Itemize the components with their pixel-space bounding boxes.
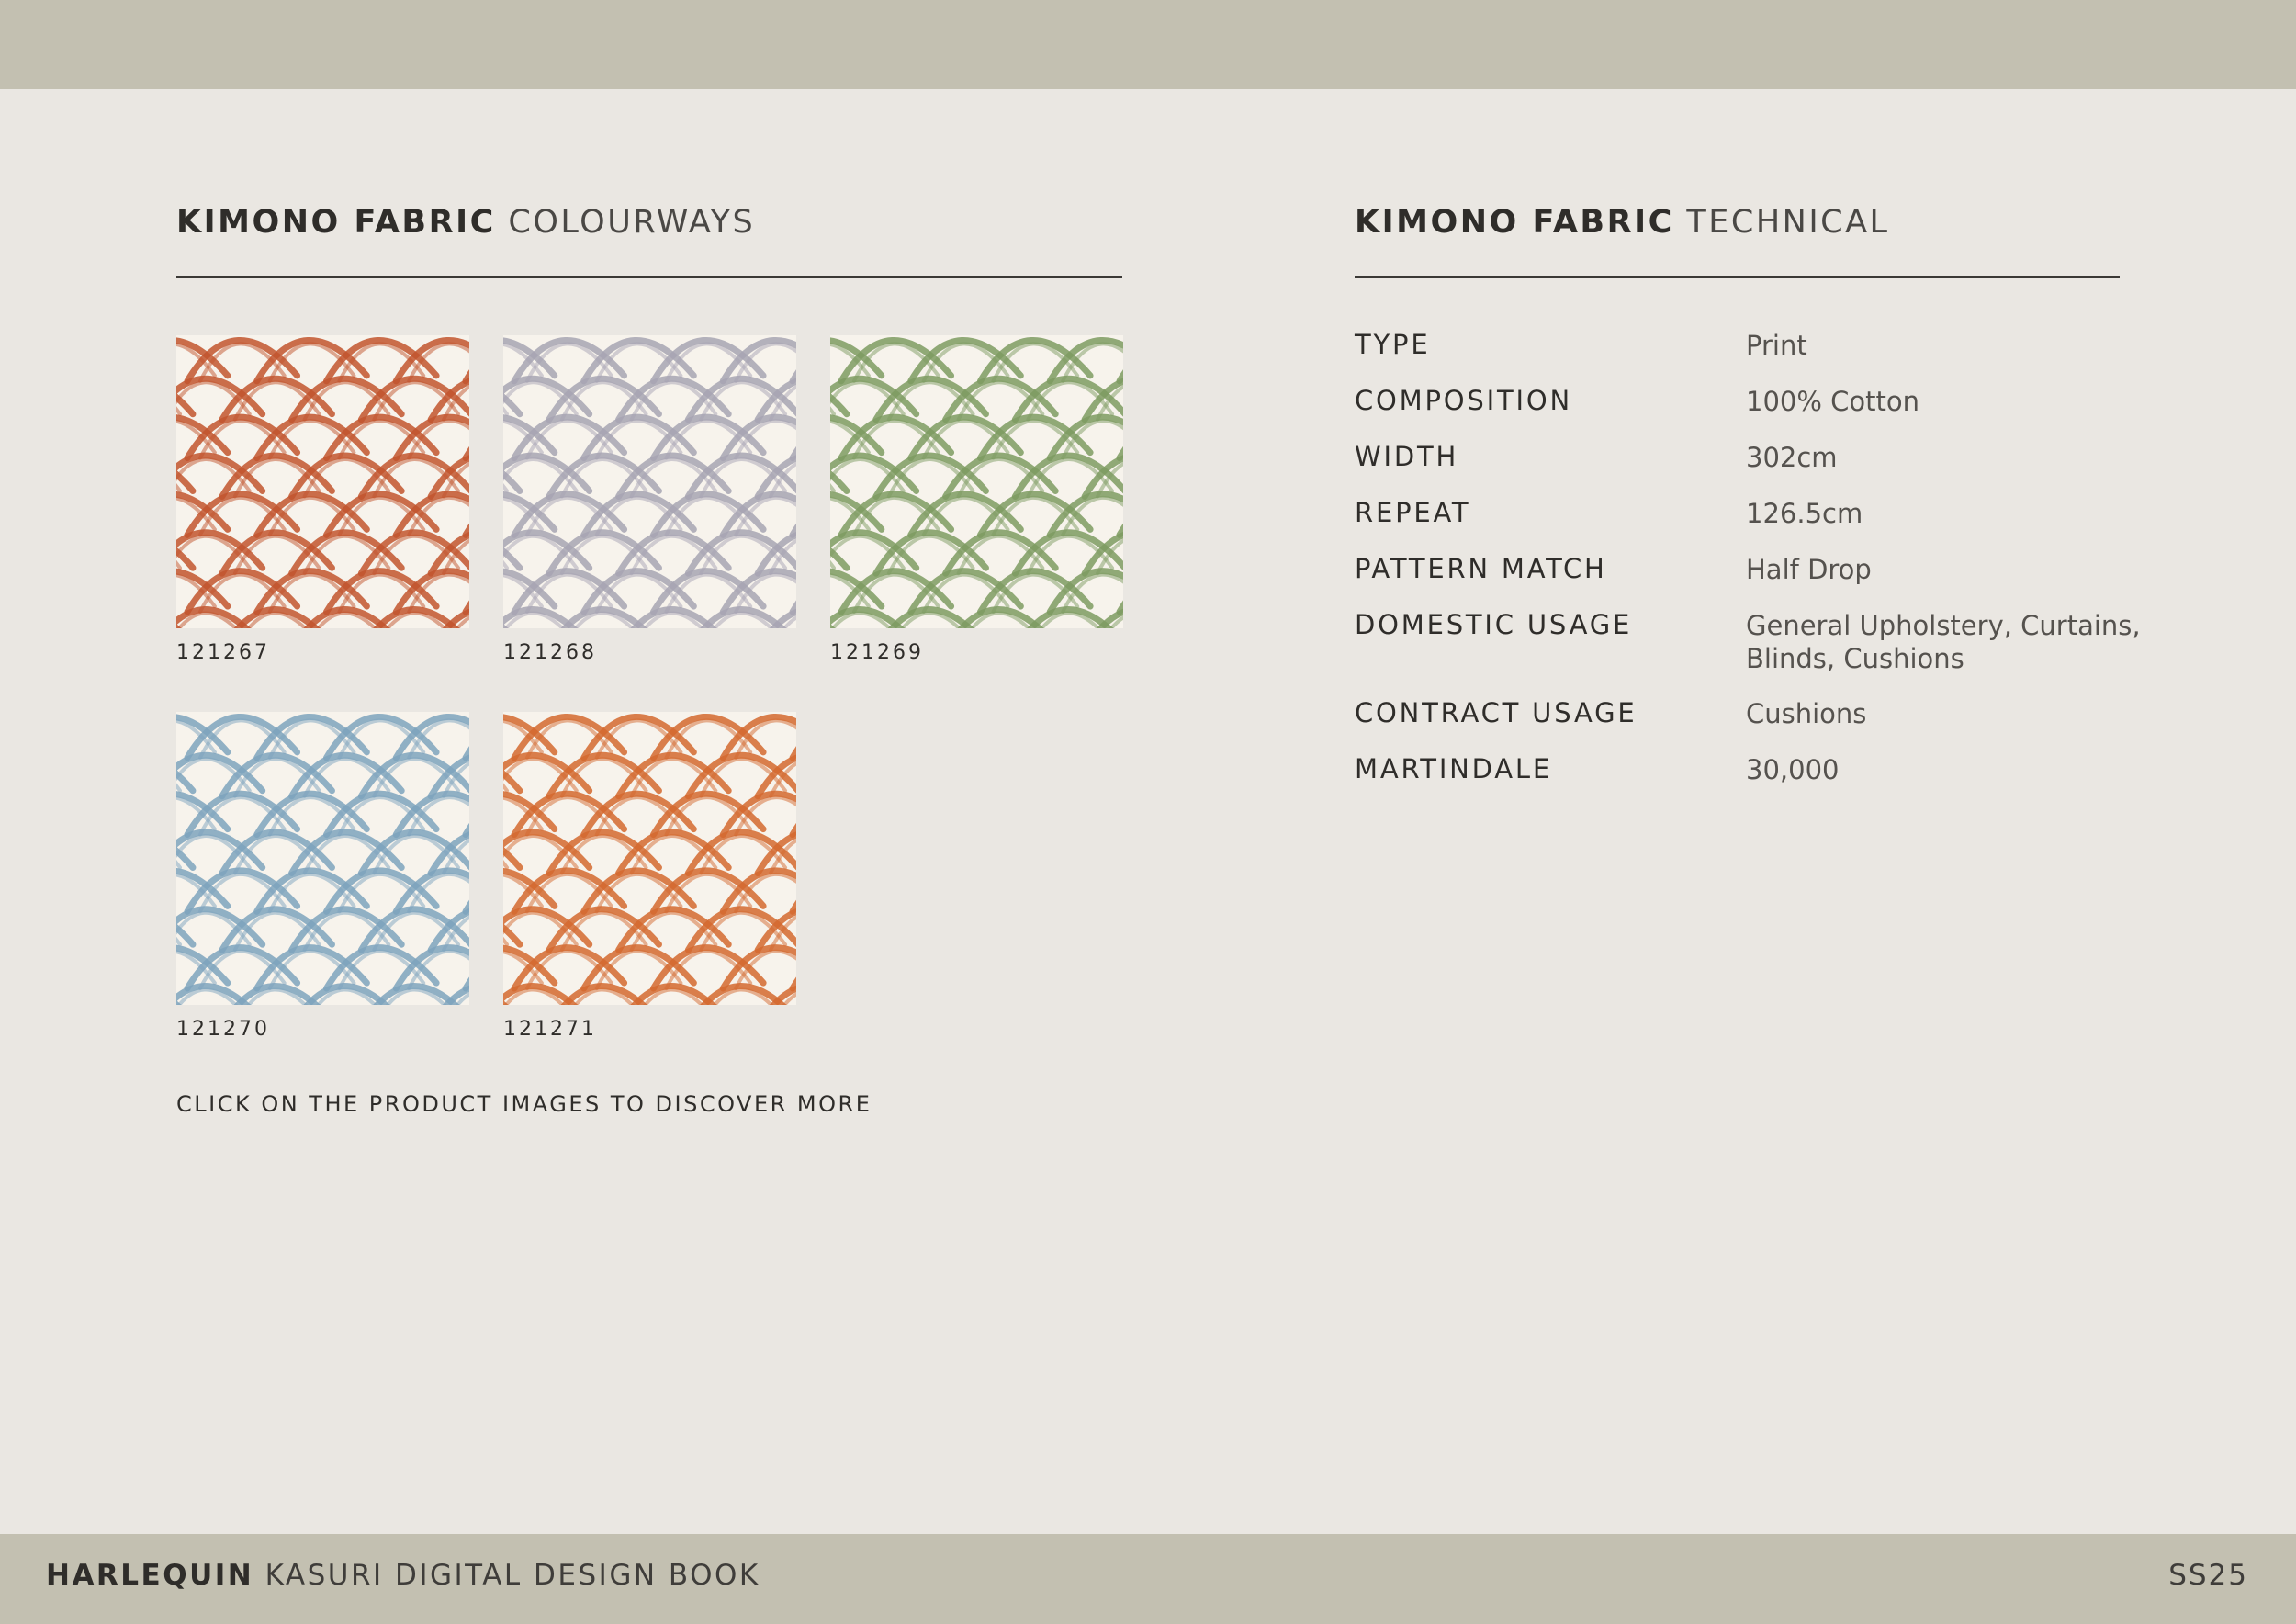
fabric-pattern — [503, 335, 796, 628]
fabric-pattern — [503, 712, 796, 1005]
spec-label-domestic-usage: DOMESTIC USAGE — [1355, 609, 1633, 640]
technical-title-strong: KIMONO FABRIC — [1355, 204, 1674, 241]
swatch-121267[interactable] — [176, 335, 469, 628]
spec-value-domestic-usage: General Upholstery, Curtains, Blinds, Cu… — [1746, 610, 2141, 674]
technical-divider — [1355, 276, 2120, 278]
spec-label-contract-usage: CONTRACT USAGE — [1355, 697, 1638, 728]
footer-brand-light: KASURI DIGITAL DESIGN BOOK — [264, 1559, 760, 1592]
colourways-title-strong: KIMONO FABRIC — [176, 204, 496, 241]
spec-label-repeat: REPEAT — [1355, 497, 1471, 528]
swatch-121268[interactable] — [503, 335, 796, 628]
spec-value-width: 302cm — [1746, 442, 1838, 473]
fabric-pattern — [176, 712, 469, 1005]
spec-label-martindale: MARTINDALE — [1355, 753, 1552, 784]
fabric-pattern — [176, 335, 469, 628]
spec-value-type: Print — [1746, 330, 1807, 361]
swatch-121271[interactable] — [503, 712, 796, 1005]
footer-brand-strong: HARLEQUIN — [46, 1559, 254, 1592]
swatch-121269[interactable] — [830, 335, 1123, 628]
spec-value-composition: 100% Cotton — [1746, 386, 1919, 417]
spec-label-composition: COMPOSITION — [1355, 385, 1572, 416]
swatch-code: 121268 — [503, 641, 597, 664]
swatch-121270[interactable] — [176, 712, 469, 1005]
technical-title: KIMONO FABRIC TECHNICAL — [1355, 204, 1890, 241]
colourways-title-light: COLOURWAYS — [508, 204, 756, 241]
colourways-divider — [176, 276, 1122, 278]
footer-season: SS25 — [2168, 1559, 2248, 1592]
top-band — [0, 0, 2296, 89]
spec-value-martindale: 30,000 — [1746, 754, 1840, 785]
spec-value-contract-usage: Cushions — [1746, 698, 1867, 729]
spec-label-pattern-match: PATTERN MATCH — [1355, 553, 1607, 584]
spec-label-type: TYPE — [1355, 329, 1431, 360]
colourways-title: KIMONO FABRIC COLOURWAYS — [176, 204, 755, 241]
fabric-pattern — [830, 335, 1123, 628]
swatch-code: 121270 — [176, 1018, 270, 1041]
technical-title-light: TECHNICAL — [1686, 204, 1890, 241]
discover-more-text: CLICK ON THE PRODUCT IMAGES TO DISCOVER … — [176, 1091, 872, 1117]
spec-value-pattern-match: Half Drop — [1746, 554, 1872, 585]
swatch-code: 121267 — [176, 641, 270, 664]
footer-brand: HARLEQUIN KASURI DIGITAL DESIGN BOOK — [46, 1559, 760, 1592]
spec-value-repeat: 126.5cm — [1746, 498, 1863, 529]
spec-label-width: WIDTH — [1355, 441, 1459, 472]
swatch-code: 121269 — [830, 641, 924, 664]
swatch-code: 121271 — [503, 1018, 597, 1041]
